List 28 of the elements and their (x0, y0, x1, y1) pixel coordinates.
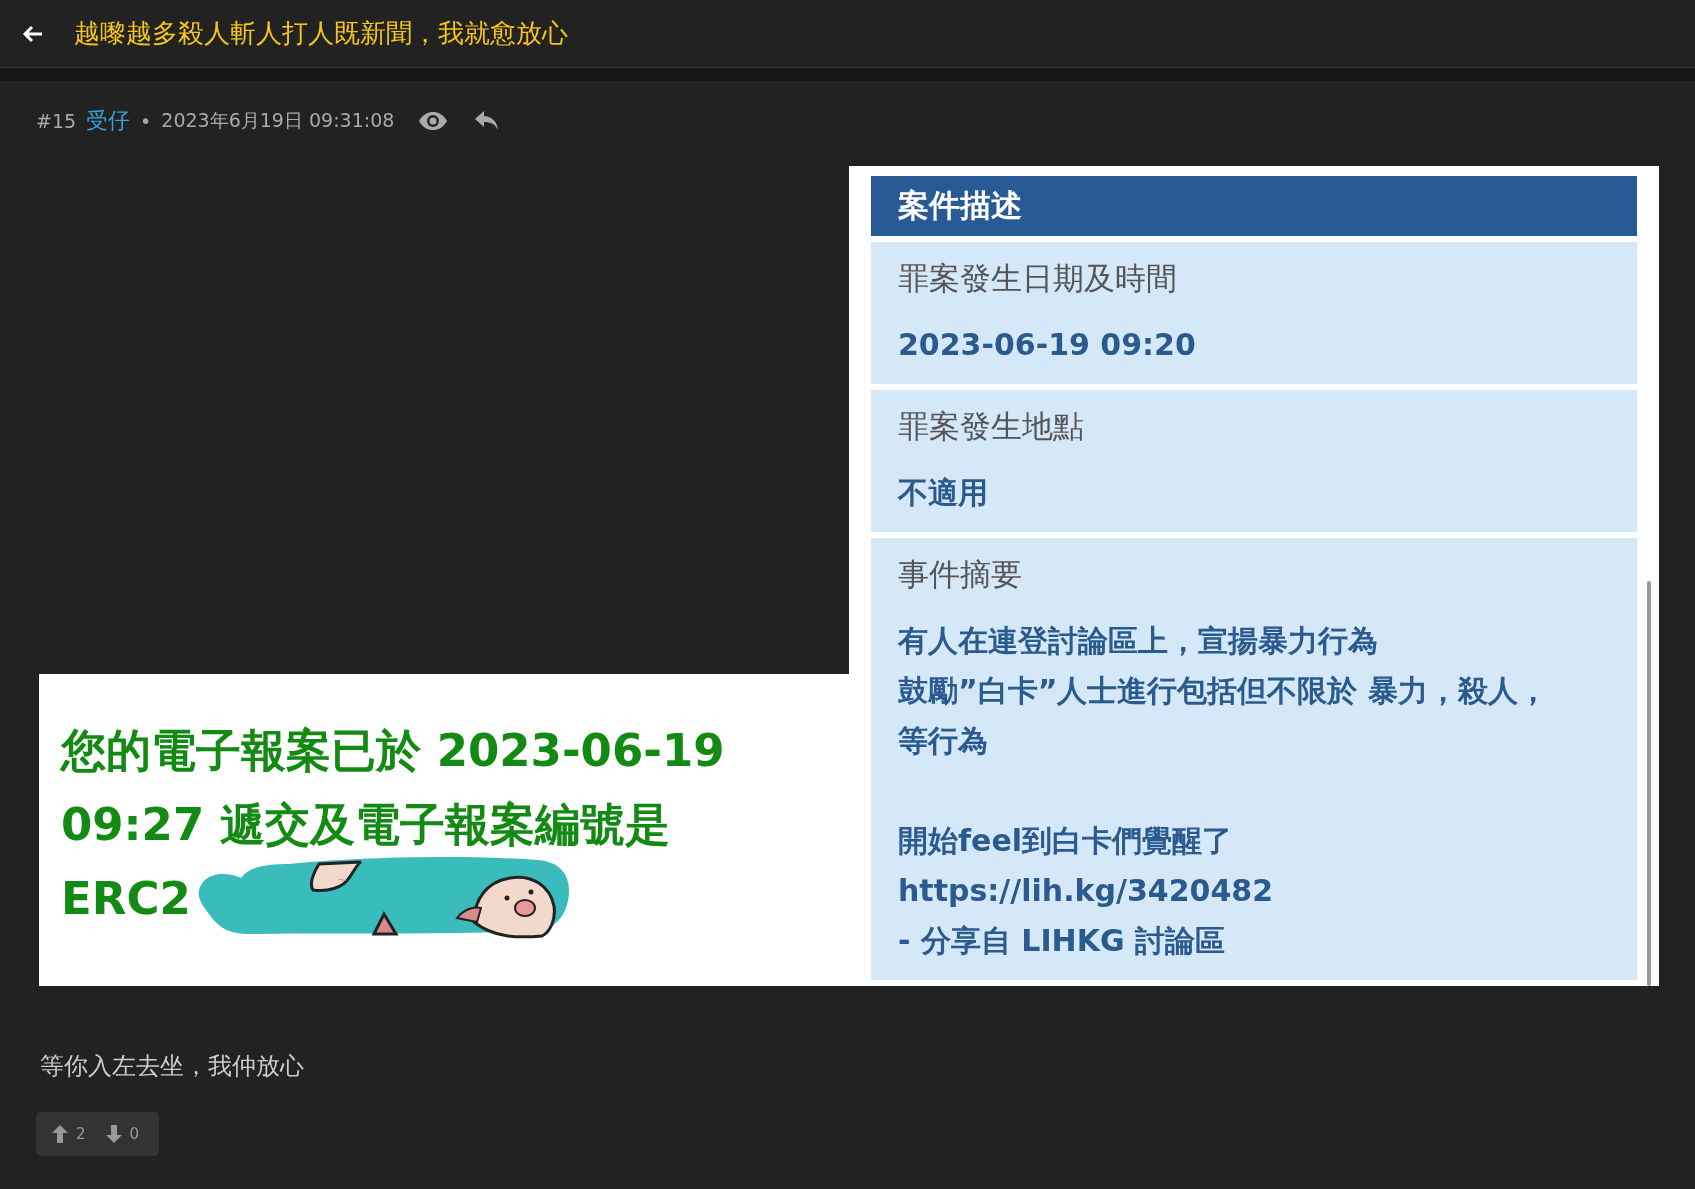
field-value: 鼓勵”白卡”人士進行包括但不限於 暴力，殺人， (898, 672, 1549, 710)
confirmation-text: ERC2 (61, 871, 191, 927)
field-label: 事件摘要 (898, 555, 1023, 594)
field-label: 罪案發生日期及時間 (898, 259, 1178, 298)
upvote-count: 2 (76, 1125, 86, 1143)
field-label: 罪案發生地點 (898, 407, 1085, 446)
eye-icon[interactable] (418, 111, 449, 131)
comment-text: 等你入左去坐，我仲放心 (40, 1051, 305, 1082)
upvote-icon[interactable] (52, 1125, 68, 1143)
separator-dot: • (140, 110, 152, 132)
author-name[interactable]: 受仔 (86, 106, 131, 136)
field-value: 2023-06-19 09:20 (898, 326, 1197, 364)
form-heading: 案件描述 (871, 176, 1637, 236)
thread-title: 越嚟越多殺人斬人打人既新聞，我就愈放心 (74, 17, 568, 50)
field-value: 有人在連登討論區上，宣揚暴力行為 (898, 622, 1379, 660)
post-number: #15 (36, 110, 77, 132)
field-value: https://lih.kg/3420482 (898, 872, 1275, 910)
field-value: 開始feel到白卡們覺醒了 (898, 822, 1234, 860)
downvote-count: 0 (129, 1125, 140, 1143)
downvote-icon[interactable] (105, 1125, 122, 1143)
field-value: - 分享自 LIHKG 討論區 (898, 922, 1227, 960)
confirmation-text: 09:27 遞交及電子報案編號是 (61, 797, 670, 853)
field-value: 不適用 (898, 474, 989, 512)
back-icon[interactable] (22, 23, 44, 44)
reply-icon[interactable] (474, 110, 501, 132)
confirmation-text: 您的電子報案已於 2023-06-19 (61, 723, 725, 779)
field-value: 等行為 (898, 722, 989, 760)
post-timestamp: 2023年6月19日 09:31:08 (161, 108, 395, 133)
